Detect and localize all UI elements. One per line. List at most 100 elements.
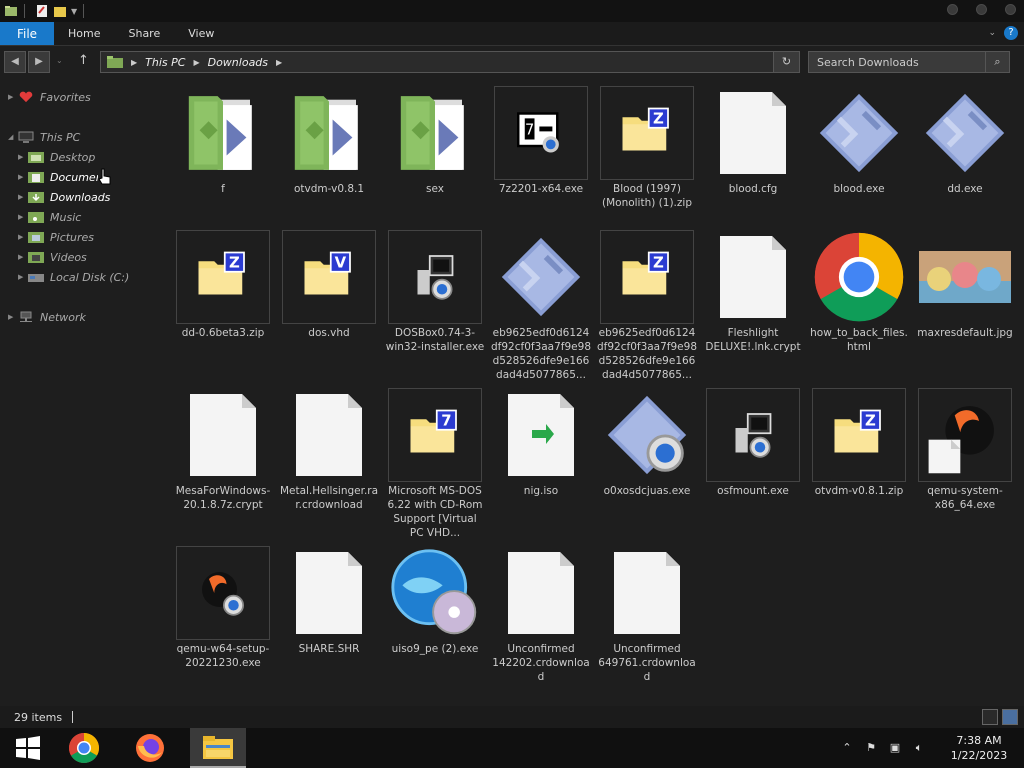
taskbar-chrome[interactable] (56, 728, 112, 768)
tab-file[interactable]: File (0, 22, 54, 45)
file-item[interactable]: eb9625edf0d6124df92cf0f3aa7f9e98d528526d… (488, 230, 594, 382)
chevron-right-icon[interactable]: ▶ (18, 173, 28, 181)
nav-favorites[interactable]: ▶ Favorites (8, 88, 91, 106)
start-button[interactable] (0, 728, 56, 768)
file-name: dd-0.6beta3.zip (181, 327, 265, 339)
file-item[interactable]: o0xosdcjuas.exe (594, 388, 700, 498)
nav-downloads[interactable]: ▶ Downloads (18, 188, 110, 206)
file-item[interactable]: how_to_back_files.html (806, 230, 912, 354)
recent-locations-icon[interactable]: ⌄ (56, 56, 63, 65)
breadcrumb-downloads[interactable]: Downloads (208, 56, 268, 69)
chevron-down-icon[interactable]: ◢ (8, 133, 18, 141)
folder-item[interactable]: otvdm-v0.8.1 (276, 86, 382, 196)
chevron-right-icon[interactable]: ▶ (131, 58, 137, 67)
file-item[interactable]: qemu-system-x86_64.exe (912, 388, 1018, 512)
minimize-button[interactable] (947, 4, 958, 15)
network-status-icon[interactable]: ▣ (886, 739, 904, 757)
chevron-right-icon[interactable]: ▶ (193, 58, 199, 67)
tab-view[interactable]: View (174, 22, 228, 45)
taskbar-firefox[interactable] (122, 728, 178, 768)
folder-item[interactable]: f (170, 86, 276, 196)
chrome-icon (812, 230, 906, 324)
large-icons-view-button[interactable] (1002, 709, 1018, 725)
file-item[interactable]: maxresdefault.jpg (912, 230, 1018, 340)
file-item[interactable]: 7 Microsoft MS-DOS 6.22 with CD-Rom Suppo… (382, 388, 488, 540)
file-item[interactable]: nig.iso (488, 388, 594, 498)
new-folder-icon[interactable] (53, 4, 67, 18)
heart-icon (19, 91, 33, 103)
chevron-right-icon[interactable]: ▶ (18, 253, 28, 261)
file-item[interactable]: SHARE.SHR (276, 546, 382, 656)
up-arrow-icon[interactable]: ↑ (78, 53, 89, 68)
help-icon[interactable]: ? (1004, 26, 1018, 40)
nav-music[interactable]: ▶ Music (18, 208, 81, 226)
chevron-right-icon[interactable]: ▶ (18, 213, 28, 221)
clock[interactable]: 7:38 AM 1/22/2023 (934, 733, 1024, 763)
nav-videos[interactable]: ▶ Videos (18, 248, 87, 266)
folder-item[interactable]: sex (382, 86, 488, 196)
nav-documents[interactable]: ▶ Documents (18, 168, 98, 186)
explorer-icon (5, 6, 17, 16)
properties-icon[interactable] (35, 4, 49, 18)
tab-home[interactable]: Home (54, 22, 114, 45)
exe-icon (812, 86, 906, 180)
nav-network[interactable]: ▶ Network (8, 308, 86, 326)
file-item[interactable]: Unconfirmed 142202.crdownload (488, 546, 594, 684)
file-item[interactable]: Vdos.vhd (276, 230, 382, 340)
file-item[interactable]: 7 7z2201-x64.exe (488, 86, 594, 196)
nav-local-disk[interactable]: ▶ Local Disk (C:) (18, 268, 129, 286)
nav-pictures[interactable]: ▶ Pictures (18, 228, 94, 246)
file-item[interactable]: Zotvdm-v0.8.1.zip (806, 388, 912, 498)
chevron-right-icon[interactable]: ▶ (8, 313, 18, 321)
show-hidden-icons-icon[interactable]: ⌃ (838, 739, 856, 757)
nav-desktop[interactable]: ▶ Desktop (18, 148, 95, 166)
taskbar-file-explorer[interactable] (190, 728, 246, 768)
file-item[interactable]: DOSBox0.74-3-win32-installer.exe (382, 230, 488, 354)
desktop-folder-icon (28, 152, 44, 163)
file-item[interactable]: osfmount.exe (700, 388, 806, 498)
address-bar[interactable]: ▶ This PC ▶ Downloads ▶ ↻ (100, 51, 800, 73)
file-item[interactable]: qemu-w64-setup-20221230.exe (170, 546, 276, 670)
file-item[interactable]: Metal.Hellsinger.rar.crdownload (276, 388, 382, 512)
file-item[interactable]: Z Blood (1997)(Monolith) (1).zip (594, 86, 700, 210)
breadcrumb-this-pc[interactable]: This PC (145, 56, 185, 69)
svg-text:Z: Z (865, 411, 876, 429)
chevron-right-icon[interactable]: ▶ (8, 93, 18, 101)
file-item[interactable]: Unconfirmed 649761.crdownload (594, 546, 700, 684)
file-item[interactable]: blood.exe (806, 86, 912, 196)
file-item[interactable]: Zeb9625edf0d6124df92cf0f3aa7f9e98d528526… (594, 230, 700, 382)
tab-share[interactable]: Share (114, 22, 174, 45)
chevron-down-icon[interactable]: ⌄ (988, 28, 996, 38)
chevron-right-icon[interactable]: ▶ (276, 58, 282, 67)
chevron-right-icon[interactable]: ▶ (18, 153, 28, 161)
search-icon[interactable]: ⌕ (985, 52, 1009, 72)
back-button[interactable]: ◀ (4, 51, 26, 73)
chevron-right-icon[interactable]: ▶ (18, 273, 28, 281)
file-item[interactable]: blood.cfg (700, 86, 806, 196)
chevron-down-icon[interactable]: ▼ (71, 7, 77, 16)
file-item[interactable]: uiso9_pe (2).exe (382, 546, 488, 656)
search-input[interactable] (809, 52, 985, 72)
file-name: qemu-system-x86_64.exe (927, 485, 1003, 511)
volume-icon[interactable]: 🔈︎ (910, 739, 928, 757)
file-name: osfmount.exe (717, 485, 789, 497)
details-view-button[interactable] (982, 709, 998, 725)
maximize-button[interactable] (976, 4, 987, 15)
file-item[interactable]: Zdd-0.6beta3.zip (170, 230, 276, 340)
file-name: MesaForWindows-20.1.8.7z.crypt (175, 485, 271, 511)
system-tray: ⌃ ⚑ ▣ 🔈︎ 7:38 AM 1/22/2023 (838, 728, 1024, 768)
nav-this-pc[interactable]: ◢ This PC (8, 128, 80, 146)
chevron-right-icon[interactable]: ▶ (18, 193, 28, 201)
taskbar: ⌃ ⚑ ▣ 🔈︎ 7:38 AM 1/22/2023 (0, 728, 1024, 768)
file-item[interactable]: dd.exe (912, 86, 1018, 196)
ultraiso-icon (388, 546, 482, 640)
file-item[interactable]: Fleshlight DELUXE!.lnk.crypt (700, 230, 806, 354)
flag-icon[interactable]: ⚑ (862, 739, 880, 757)
forward-button[interactable]: ▶ (28, 51, 50, 73)
divider (83, 4, 85, 18)
divider (72, 711, 74, 723)
file-item[interactable]: MesaForWindows-20.1.8.7z.crypt (170, 388, 276, 512)
refresh-icon[interactable]: ↻ (773, 52, 799, 72)
close-button[interactable] (1005, 4, 1016, 15)
chevron-right-icon[interactable]: ▶ (18, 233, 28, 241)
